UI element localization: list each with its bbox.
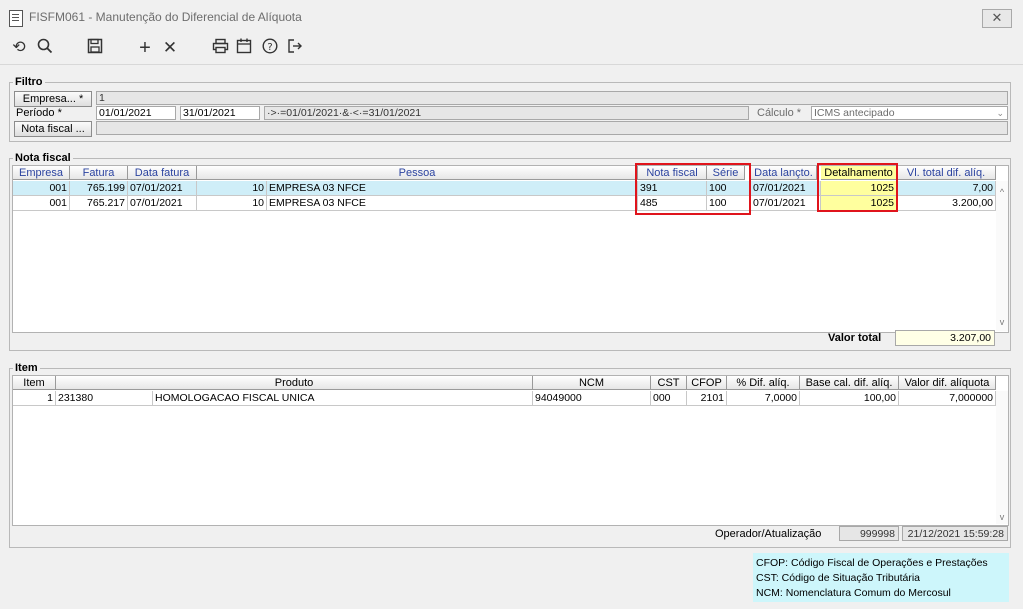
scroll-down-icon[interactable]: v <box>996 512 1008 522</box>
cell-data-lancto: 07/01/2021 <box>751 196 821 211</box>
scroll-down-icon[interactable]: v <box>996 317 1008 327</box>
window-title: FISFM061 - Manutenção do Diferencial de … <box>29 10 302 24</box>
cell-cfop: 2101 <box>687 391 727 406</box>
cell-empresa: 001 <box>13 196 70 211</box>
atualizacao-field: 21/12/2021 15:59:28 <box>902 526 1008 541</box>
periodo-start-field[interactable]: 01/01/2021 <box>96 106 176 120</box>
cell-cst: 000 <box>651 391 687 406</box>
valor-total-field: 3.207,00 <box>895 330 995 346</box>
operador-label: Operador/Atualização <box>715 528 822 540</box>
close-button[interactable]: ✕ <box>982 9 1012 28</box>
col-pessoa[interactable]: Pessoa <box>197 166 638 180</box>
cell-pct-dif: 7,0000 <box>727 391 800 406</box>
cell-data-lancto: 07/01/2021 <box>751 181 821 196</box>
item-legend: Item <box>13 362 40 374</box>
col-produto[interactable]: Produto <box>56 376 533 390</box>
cell-pessoa-cod: 10 <box>197 196 267 211</box>
periodo-label: Período * <box>16 107 62 119</box>
nota-fiscal-legend: Nota fiscal <box>13 152 73 164</box>
col-cst[interactable]: CST <box>651 376 687 390</box>
periodo-expression: ·>·=01/01/2021·&·<·=31/01/2021 <box>264 106 749 120</box>
svg-text:?: ? <box>267 42 272 53</box>
col-empresa[interactable]: Empresa <box>13 166 70 180</box>
cell-produto-cod: 231380 <box>56 391 153 406</box>
cell-base-cal: 100,00 <box>800 391 899 406</box>
chevron-down-icon: ⌄ <box>996 108 1004 118</box>
highlight-nota-serie <box>635 163 751 215</box>
empresa-field[interactable]: 1 <box>96 91 1008 105</box>
col-data-lancto[interactable]: Data lançto. <box>751 166 817 180</box>
help-icon[interactable]: ? <box>260 38 280 58</box>
filtro-legend: Filtro <box>13 76 45 88</box>
vertical-scrollbar[interactable] <box>996 391 1008 524</box>
col-fatura[interactable]: Fatura <box>70 166 128 180</box>
col-data-fatura[interactable]: Data fatura <box>128 166 197 180</box>
cell-produto: HOMOLOGACAO FISCAL UNICA <box>153 391 533 406</box>
col-pct-dif[interactable]: % Dif. alíq. <box>727 376 800 390</box>
search-icon[interactable] <box>35 38 55 58</box>
cell-fatura: 765.199 <box>70 181 128 196</box>
delete-icon[interactable]: ✕ <box>160 38 180 58</box>
nota-fiscal-button[interactable]: Nota fiscal ... <box>14 121 92 137</box>
add-icon[interactable]: + <box>135 38 155 58</box>
print-icon[interactable] <box>210 38 230 58</box>
item-grid: Item Produto NCM CST CFOP % Dif. alíq. B… <box>12 375 1009 526</box>
valor-total-label: Valor total <box>828 332 882 344</box>
legend-cfop: CFOP: Código Fiscal de Operações e Prest… <box>756 557 988 569</box>
periodo-end-field[interactable]: 31/01/2021 <box>180 106 260 120</box>
cell-fatura: 765.217 <box>70 196 128 211</box>
col-cfop[interactable]: CFOP <box>687 376 727 390</box>
operador-field: 999998 <box>839 526 899 541</box>
col-base-cal[interactable]: Base cal. dif. alíq. <box>800 376 899 390</box>
cell-item: 1 <box>13 391 56 406</box>
cell-pessoa-nome: EMPRESA 03 NFCE <box>267 181 638 196</box>
cell-data-fatura: 07/01/2021 <box>128 181 197 196</box>
nota-fiscal-filter-field[interactable] <box>96 121 1008 135</box>
cell-empresa: 001 <box>13 181 70 196</box>
col-vl-total[interactable]: Vl. total dif. alíq. <box>897 166 996 180</box>
cell-pessoa-nome: EMPRESA 03 NFCE <box>267 196 638 211</box>
calculo-label: Cálculo * <box>757 107 802 119</box>
cell-pessoa-cod: 10 <box>197 181 267 196</box>
cell-ncm: 94049000 <box>533 391 651 406</box>
legend-cst: CST: Código de Situação Tributária <box>756 572 921 584</box>
exit-icon[interactable] <box>285 38 305 58</box>
cell-vl-total: 7,00 <box>897 181 996 196</box>
cell-data-fatura: 07/01/2021 <box>128 196 197 211</box>
col-ncm[interactable]: NCM <box>533 376 651 390</box>
empresa-button[interactable]: Empresa... * <box>14 91 92 107</box>
cell-vl-total: 3.200,00 <box>897 196 996 211</box>
col-valor-dif[interactable]: Valor dif. alíquota <box>899 376 996 390</box>
document-icon <box>9 10 23 27</box>
cell-valor-dif: 7,000000 <box>899 391 996 406</box>
vertical-scrollbar[interactable] <box>996 181 1008 331</box>
toolbar-separator <box>0 64 1023 65</box>
calendar-icon[interactable] <box>234 38 254 58</box>
col-item[interactable]: Item <box>13 376 56 390</box>
legend-ncm: NCM: Nomenclatura Comum do Mercosul <box>756 587 951 599</box>
highlight-detalhamento <box>817 163 898 212</box>
refresh-icon[interactable]: ⟲ <box>9 38 29 58</box>
scroll-up-icon[interactable]: ^ <box>996 187 1008 197</box>
calculo-value: ICMS antecipado <box>814 107 895 119</box>
abbreviations-legend: CFOP: Código Fiscal de Operações e Prest… <box>753 553 1009 602</box>
save-icon[interactable] <box>85 38 105 58</box>
calculo-select[interactable]: ICMS antecipado ⌄ <box>811 106 1008 120</box>
